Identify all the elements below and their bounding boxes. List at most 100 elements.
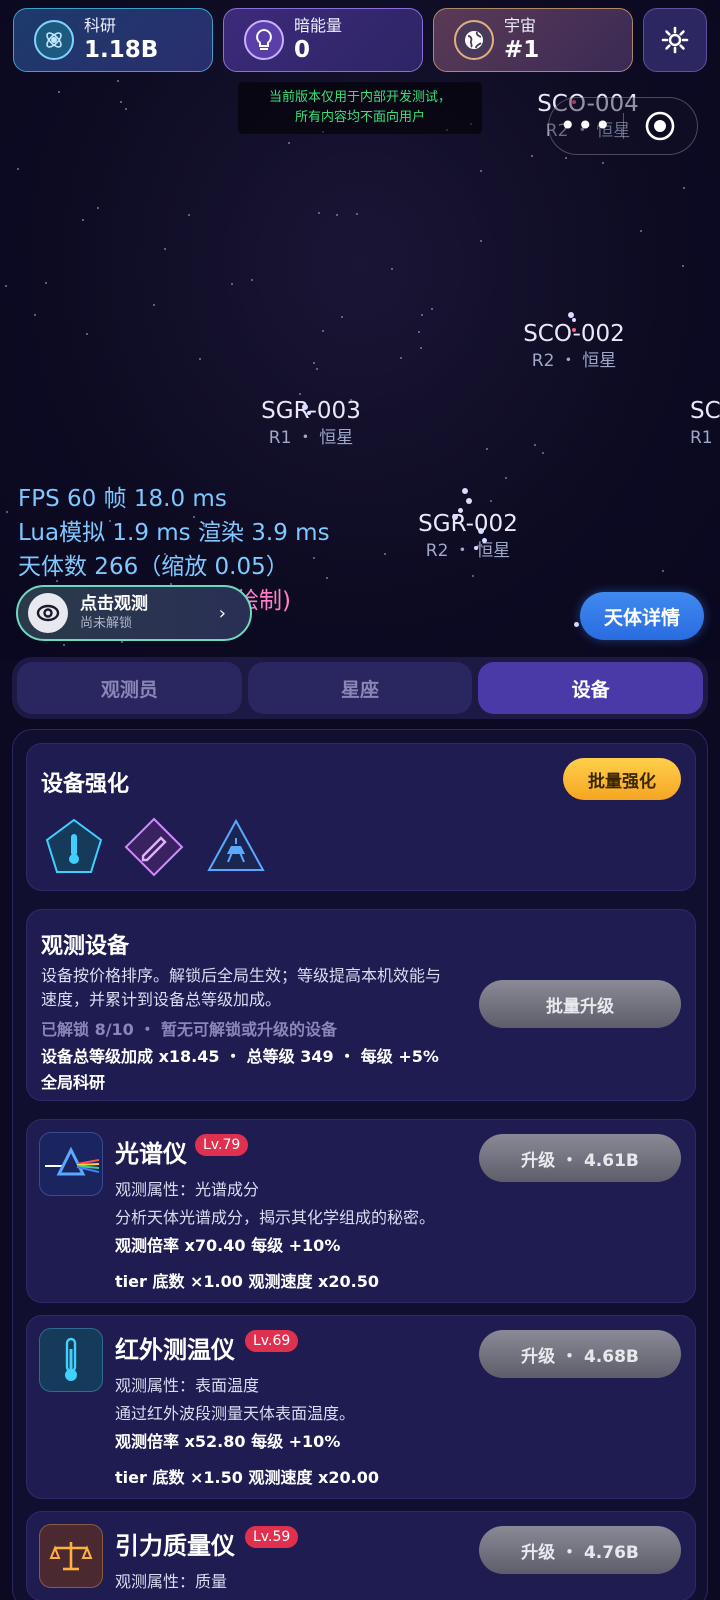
background-star <box>164 248 166 250</box>
level-badge: Lv.79 <box>195 1134 249 1156</box>
device-description: 通过红外波段测量天体表面温度。 <box>115 1404 356 1423</box>
background-star <box>6 511 8 513</box>
chevron-right-icon: › <box>218 602 226 624</box>
device-attribute: 观测属性：表面温度 <box>115 1376 260 1395</box>
tab-observers[interactable]: 观测员 <box>17 662 242 714</box>
resource-label: 科研 <box>84 16 117 35</box>
body-subtitle: R1 ・ 恒星 <box>268 428 354 448</box>
star-dot <box>572 328 576 332</box>
background-star <box>400 357 402 359</box>
background-star <box>125 108 127 110</box>
close-target-icon[interactable] <box>624 110 698 142</box>
device-attribute: 观测属性：光谱成分 <box>115 1180 260 1199</box>
upgrade-button[interactable]: 升级 ・ 4.76B <box>479 1526 681 1574</box>
resource-label: 暗能量 <box>294 16 343 35</box>
background-star <box>420 347 422 349</box>
background-star <box>120 101 122 103</box>
star-dot <box>474 546 478 550</box>
background-star <box>45 282 47 284</box>
dev-build-notice: 当前版本仅用于内部开发测试， 所有内容均不面向用户 <box>238 82 482 134</box>
star-dot <box>466 498 472 504</box>
background-star <box>384 553 386 555</box>
celestial-body-sgr-002[interactable]: SGR-002 R2 ・ 恒星 <box>408 510 528 564</box>
device-item-gravity-mass-meter: 引力质量仪 Lv.59 观测属性：质量 升级 ・ 4.76B <box>26 1511 696 1600</box>
devices-summary-card: 观测设备 设备按价格排序。解锁后全局生效；等级提高本机效能与速度，并累计到设备总… <box>26 909 696 1101</box>
settings-button[interactable] <box>643 8 707 72</box>
debug-line-fps: FPS 60 帧 18.0 ms <box>18 486 227 512</box>
background-star <box>505 477 507 479</box>
body-name: SGR-003 <box>261 398 361 424</box>
tab-constellations[interactable]: 星座 <box>247 662 473 714</box>
background-star <box>82 219 84 221</box>
background-star <box>63 644 65 646</box>
star-dot <box>478 528 484 534</box>
star-dot <box>574 622 579 627</box>
body-name: SGR-002 <box>418 511 518 537</box>
background-star <box>534 444 536 446</box>
background-star <box>640 230 642 232</box>
scale-icon <box>39 1524 103 1588</box>
body-detail-button[interactable]: 天体详情 <box>580 592 704 640</box>
batch-upgrade-button[interactable]: 批量升级 <box>479 980 681 1028</box>
tab-equipment[interactable]: 设备 <box>478 662 704 714</box>
bottom-tabs: 观测员 星座 设备 <box>12 657 708 719</box>
background-star <box>431 308 433 310</box>
background-star <box>231 283 233 285</box>
notice-line: 所有内容均不面向用户 <box>294 110 425 125</box>
background-star <box>490 500 492 502</box>
background-star <box>188 214 190 216</box>
upgrade-button[interactable]: 升级 ・ 4.61B <box>479 1134 681 1182</box>
device-name: 光谱仪 <box>115 1140 187 1168</box>
background-star <box>153 304 155 306</box>
background-star <box>313 362 315 364</box>
background-star <box>356 213 358 215</box>
device-tier: tier 底数 ×1.50 观测速度 x20.00 <box>115 1468 379 1487</box>
observe-button[interactable]: 点击观测 尚未解锁 › <box>16 585 252 641</box>
pen-diamond-icon[interactable] <box>123 816 185 878</box>
background-star <box>251 279 253 281</box>
devices-description: 设备按价格排序。解锁后全局生效；等级提高本机效能与速度，并累计到设备总等级加成。 <box>41 966 442 1009</box>
resource-value: #1 <box>504 37 540 63</box>
telescope-triangle-icon[interactable] <box>205 816 267 878</box>
celestial-body-partial[interactable]: SC R1 <box>690 397 720 451</box>
background-star <box>486 448 488 450</box>
star-dot <box>572 318 576 322</box>
background-star <box>97 207 99 209</box>
more-icon[interactable]: ••• <box>549 112 623 140</box>
background-star <box>602 162 604 164</box>
body-subtitle: R2 ・ 恒星 <box>531 351 617 371</box>
thermometer-pentagon-icon[interactable] <box>43 816 105 878</box>
background-star <box>318 212 320 214</box>
background-star <box>34 314 36 316</box>
resource-research: 科研 1.18B <box>13 8 213 72</box>
device-attribute: 观测属性：质量 <box>115 1572 228 1591</box>
notice-line: 当前版本仅用于内部开发测试， <box>268 90 451 105</box>
background-star <box>418 331 420 333</box>
gear-icon <box>661 26 689 54</box>
observe-title: 点击观测 <box>80 594 148 614</box>
bulb-icon <box>244 20 284 60</box>
device-name: 引力质量仪 <box>115 1532 235 1560</box>
batch-enhance-button[interactable]: 批量强化 <box>563 758 681 800</box>
background-star <box>391 268 393 270</box>
observe-subtitle: 尚未解锁 <box>80 616 133 631</box>
resource-dark-energy: 暗能量 0 <box>223 8 423 72</box>
upgrade-button[interactable]: 升级 ・ 4.68B <box>479 1330 681 1378</box>
background-star <box>531 155 533 157</box>
background-star <box>480 170 482 172</box>
prism-icon <box>39 1132 103 1196</box>
background-star <box>662 570 664 572</box>
background-star <box>683 187 685 189</box>
globe-icon <box>454 20 494 60</box>
eye-icon <box>28 593 68 633</box>
star-dot <box>307 411 311 415</box>
devices-level-bonus: 设备总等级加成 x18.45 ・ 总等级 349 ・ 每级 +5% 全局科研 <box>41 1047 439 1092</box>
resource-universe: 宇宙 #1 <box>433 8 633 72</box>
background-star <box>565 157 567 159</box>
enhance-card: 设备强化 批量强化 <box>26 743 696 891</box>
celestial-body-sgr-003[interactable]: SGR-003 R1 ・ 恒星 <box>251 397 371 451</box>
background-star <box>121 641 123 643</box>
background-star <box>86 333 88 335</box>
device-description: 分析天体光谱成分，揭示其化学组成的秘密。 <box>115 1208 436 1227</box>
device-tier: tier 底数 ×1.00 观测速度 x20.50 <box>115 1272 379 1291</box>
